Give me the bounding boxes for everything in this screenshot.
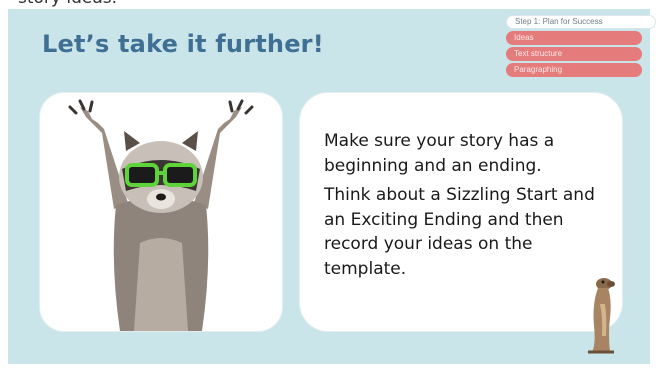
nav-item-ideas[interactable]: Ideas [506,31,642,45]
instruction-paragraph-1: Make sure your story has a beginning and… [324,131,555,176]
meerkat-icon [588,278,615,354]
lesson-nav: Step 1: Plan for Success Ideas Text stru… [506,15,656,79]
image-card [40,93,282,331]
instruction-paragraph-2: Think about a Sizzling Start and an Exci… [324,185,595,279]
previous-slide-text: story ideas. [18,0,117,8]
bottom-strip [0,364,658,372]
slide-title: Let’s take it further! [42,30,324,58]
nav-item-plan-for-success[interactable]: Step 1: Plan for Success [506,15,656,29]
previous-slide-strip: story ideas. [0,0,658,9]
nav-item-text-structure[interactable]: Text structure [506,47,642,61]
nav-item-paragraphing[interactable]: Paragraphing [506,63,642,77]
raccoon-icon [68,99,254,331]
